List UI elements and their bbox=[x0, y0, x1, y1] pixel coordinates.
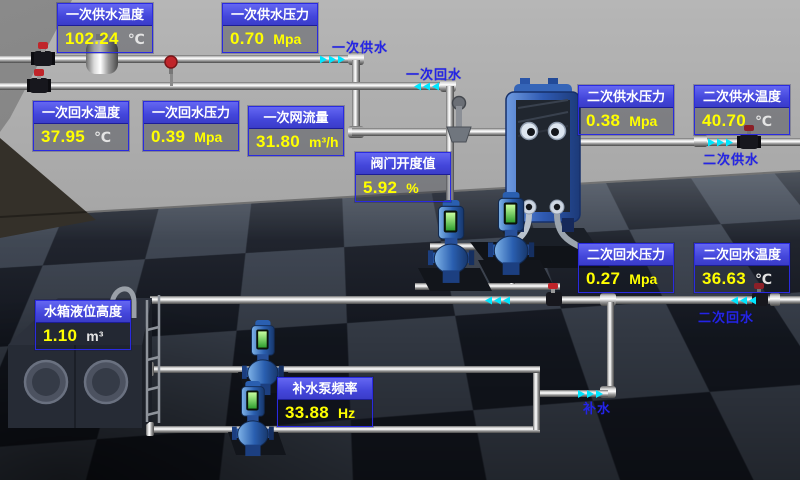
meter-unit: ℃ bbox=[755, 271, 772, 288]
meter-title: 一次供水温度 bbox=[58, 4, 152, 26]
meter-value: 0.70 bbox=[230, 29, 264, 49]
meter-title: 二次供水压力 bbox=[579, 86, 673, 108]
meter-secondary-return-temp[interactable]: 二次回水温度 36.63 ℃ bbox=[694, 243, 790, 293]
meter-unit: Mpa bbox=[629, 271, 657, 287]
meter-primary-return-pressure[interactable]: 一次回水压力 0.39 Mpa bbox=[143, 101, 239, 151]
meter-unit: Mpa bbox=[194, 129, 222, 145]
meter-title: 水箱液位高度 bbox=[36, 301, 130, 323]
hmi-heating-station-screen: 一次供水温度 102.24 ℃ 一次供水压力 0.70 Mpa 一次回水温度 37.… bbox=[0, 0, 800, 480]
meter-primary-return-temp[interactable]: 一次回水温度 37.95 ℃ bbox=[33, 101, 129, 151]
meter-value: 0.38 bbox=[586, 111, 620, 131]
pipe-tag-primary-return: 一次回水 bbox=[406, 64, 462, 83]
meter-title: 一次网流量 bbox=[249, 107, 343, 129]
secondary-supply-pipe bbox=[566, 135, 800, 148]
secondary-return-pipe bbox=[150, 293, 800, 306]
meter-value: 5.92 bbox=[363, 178, 397, 198]
meter-value: 0.27 bbox=[586, 269, 620, 289]
meter-primary-supply-temp[interactable]: 一次供水温度 102.24 ℃ bbox=[57, 3, 153, 53]
meter-title: 二次回水压力 bbox=[579, 244, 673, 266]
meter-title: 一次供水压力 bbox=[223, 4, 317, 26]
meter-title: 阀门开度值 bbox=[356, 153, 450, 175]
meter-value: 1.10 bbox=[43, 326, 77, 346]
pipe-tag-makeup-water: 补水 bbox=[583, 398, 611, 417]
meter-value: 102.24 bbox=[65, 29, 119, 49]
meter-secondary-supply-pressure[interactable]: 二次供水压力 0.38 Mpa bbox=[578, 85, 674, 135]
shutoff-valve-primary-return[interactable] bbox=[27, 69, 51, 93]
meter-primary-flow[interactable]: 一次网流量 31.80 m³/h bbox=[248, 106, 344, 156]
pressure-gauge-icon bbox=[165, 56, 177, 74]
meter-title: 一次回水温度 bbox=[34, 102, 128, 124]
meter-tank-level[interactable]: 水箱液位高度 1.10 m³ bbox=[35, 300, 131, 350]
meter-value: 36.63 bbox=[702, 269, 746, 289]
makeup-water-pipe bbox=[533, 302, 616, 398]
meter-unit: m³/h bbox=[309, 134, 339, 150]
meter-secondary-supply-temp[interactable]: 二次供水温度 40.70 ℃ bbox=[694, 85, 790, 135]
meter-unit: Hz bbox=[338, 405, 355, 421]
pipe-tag-secondary-supply: 二次供水 bbox=[703, 149, 759, 168]
meter-title: 二次供水温度 bbox=[695, 86, 789, 108]
meter-unit: % bbox=[406, 180, 418, 196]
meter-title: 补水泵频率 bbox=[278, 378, 372, 400]
piping-scene bbox=[0, 0, 800, 480]
meter-value: 40.70 bbox=[702, 111, 746, 131]
meter-value: 31.80 bbox=[256, 132, 300, 152]
meter-unit: Mpa bbox=[273, 31, 301, 47]
meter-primary-supply-pressure[interactable]: 一次供水压力 0.70 Mpa bbox=[222, 3, 318, 53]
pipe-tag-secondary-return: 二次回水 bbox=[698, 307, 754, 326]
meter-value: 37.95 bbox=[41, 127, 85, 147]
meter-value: 0.39 bbox=[151, 127, 185, 147]
meter-unit: Mpa bbox=[629, 113, 657, 129]
shutoff-valve-primary-supply[interactable] bbox=[31, 42, 55, 66]
meter-value: 33.88 bbox=[285, 403, 329, 423]
meter-unit: ℃ bbox=[94, 129, 111, 146]
meter-title: 一次回水压力 bbox=[144, 102, 238, 124]
meter-unit: ℃ bbox=[128, 31, 145, 48]
meter-unit: m³ bbox=[86, 328, 103, 344]
meter-secondary-return-pressure[interactable]: 二次回水压力 0.27 Mpa bbox=[578, 243, 674, 293]
meter-unit: ℃ bbox=[755, 113, 772, 130]
meter-valve-opening[interactable]: 阀门开度值 5.92% bbox=[355, 152, 451, 202]
pipe-tag-primary-supply: 一次供水 bbox=[332, 37, 388, 56]
meter-title: 二次回水温度 bbox=[695, 244, 789, 266]
meter-makeup-pump-freq[interactable]: 补水泵频率 33.88 Hz bbox=[277, 377, 373, 427]
